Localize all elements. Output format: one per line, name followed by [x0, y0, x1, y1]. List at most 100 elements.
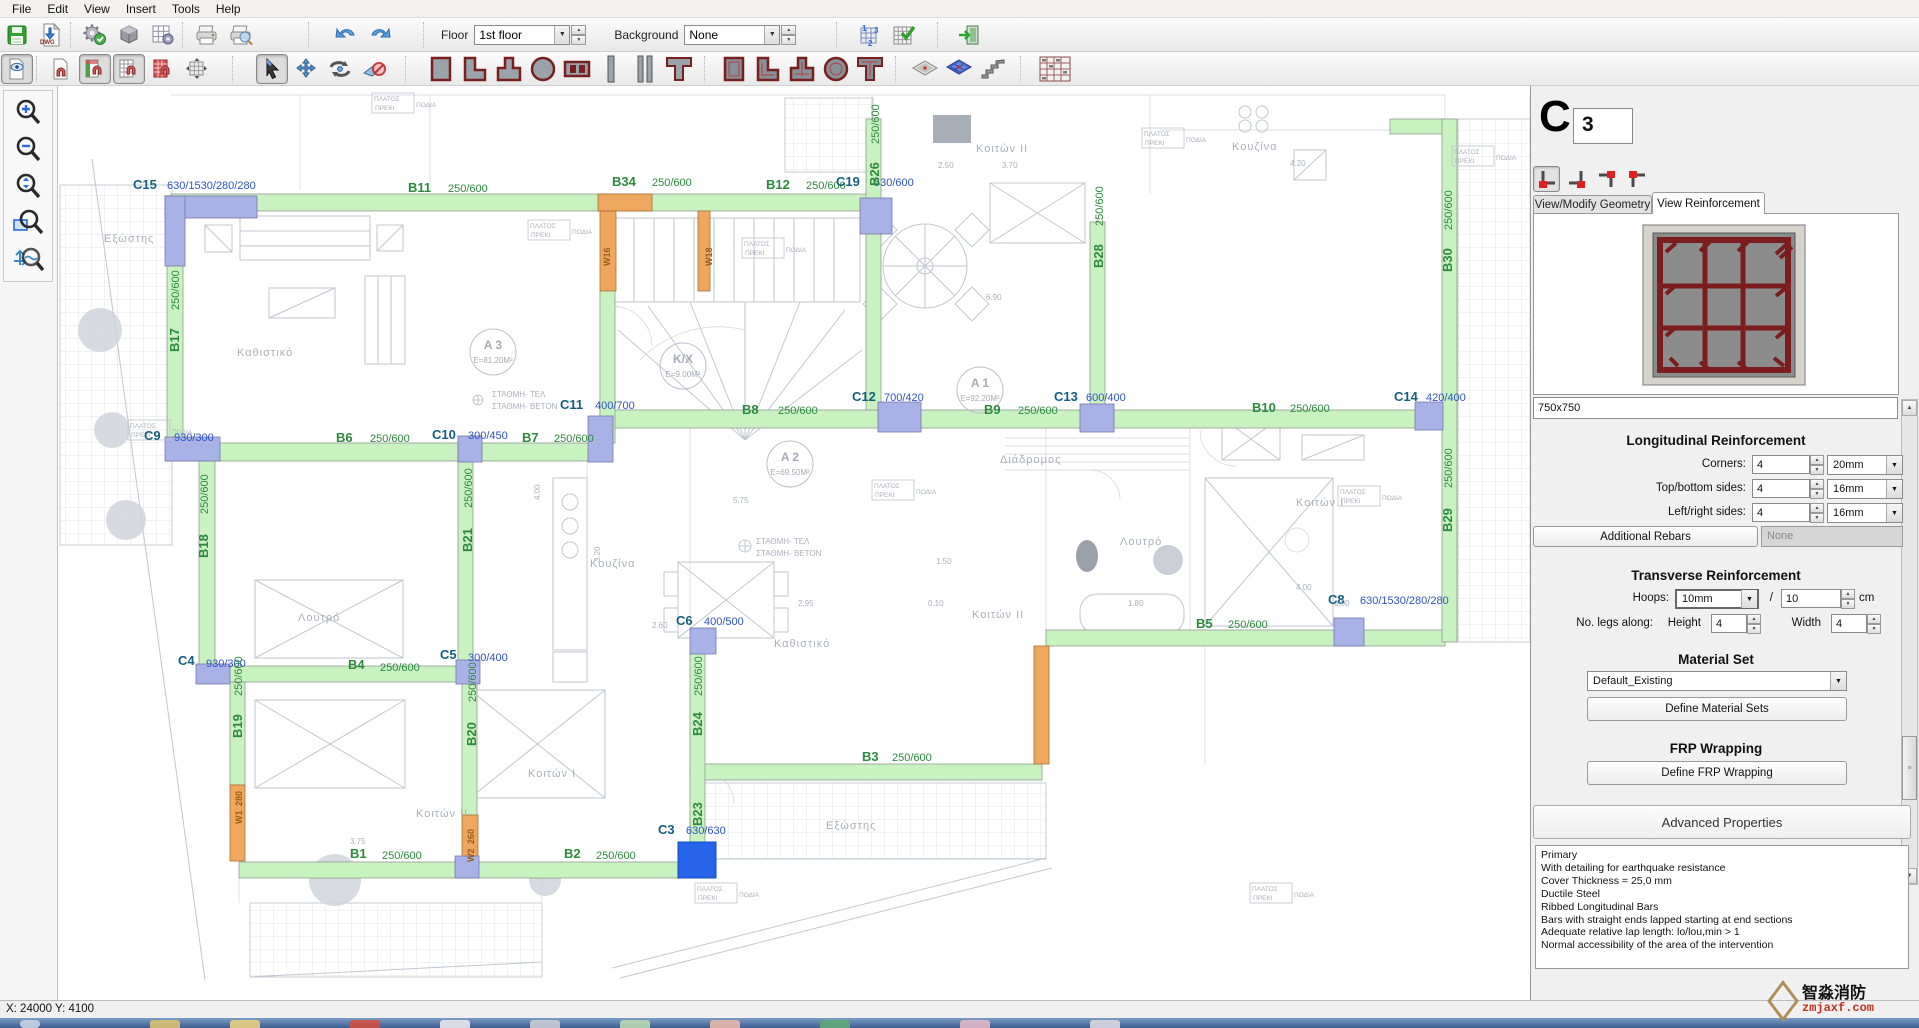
dropdown-arrow-icon[interactable]: ▼: [1886, 504, 1902, 522]
hoops-spacing-input[interactable]: 10: [1781, 589, 1841, 608]
menu-view[interactable]: View: [76, 1, 118, 17]
legs-height-spinner[interactable]: ▲▼: [1747, 614, 1761, 634]
dwg-snap-button[interactable]: [45, 54, 77, 84]
floor-spinner[interactable]: ▲▼: [571, 25, 586, 45]
menu-file[interactable]: File: [4, 1, 39, 17]
legs-height-input[interactable]: 4: [1711, 614, 1747, 633]
tab-view-reinforcement[interactable]: View Reinforcement: [1652, 192, 1765, 214]
background-spinner[interactable]: ▲▼: [781, 25, 796, 45]
legs-width-input[interactable]: 4: [1831, 614, 1867, 633]
windows-taskbar[interactable]: [0, 1018, 1919, 1028]
dropdown-arrow-icon[interactable]: ▼: [1830, 672, 1846, 690]
column-T-button[interactable]: [493, 54, 525, 84]
menu-tools[interactable]: Tools: [164, 1, 208, 17]
start-orb[interactable]: [20, 1020, 40, 1028]
dropdown-arrow-icon[interactable]: ▼: [554, 26, 569, 44]
taskbar-button[interactable]: [440, 1020, 470, 1028]
menu-edit[interactable]: Edit: [39, 1, 76, 17]
topbottom-spinner[interactable]: ▲▼: [1810, 479, 1824, 499]
stairs-button[interactable]: [977, 54, 1009, 84]
insertion-point-tl-button[interactable]: [1623, 166, 1650, 192]
background-select[interactable]: None ▼: [684, 25, 780, 45]
delete-button[interactable]: [358, 54, 390, 84]
taskbar-button[interactable]: [1090, 1020, 1120, 1028]
leftright-count-input[interactable]: 4: [1752, 503, 1810, 522]
zoom-out-button[interactable]: [6, 131, 50, 167]
grid-move-button[interactable]: [181, 54, 213, 84]
advanced-properties-header[interactable]: Advanced Properties: [1533, 805, 1911, 839]
column-T-top-button[interactable]: [663, 54, 695, 84]
select-button[interactable]: [256, 54, 288, 84]
storey-numbering-button[interactable]: 132: [854, 20, 886, 50]
section-size-field[interactable]: 750x750: [1533, 397, 1898, 419]
additional-rebars-button[interactable]: Additional Rebars: [1533, 526, 1758, 547]
zoom-window-button[interactable]: [6, 205, 50, 241]
dropdown-arrow-icon[interactable]: ▼: [1886, 456, 1902, 474]
corners-spinner[interactable]: ▲▼: [1810, 455, 1824, 475]
drawing-canvas[interactable]: ΠΛΑΤΟΣΠΡΕΚΙΠΟΔΙΑΠΛΑΤΟΣΠΡΕΚΙΠΟΔΙΑΠΛΑΤΟΣΠΡ…: [58, 86, 1530, 1000]
taskbar-button[interactable]: [530, 1020, 560, 1028]
tab-view-modify-geometry[interactable]: View/Modify Geometry: [1533, 195, 1652, 214]
wall-double-button[interactable]: [629, 54, 661, 84]
dropdown-arrow-icon[interactable]: ▼: [1741, 590, 1757, 608]
scroll-up-icon[interactable]: ▲: [1902, 400, 1917, 416]
rc-T-button[interactable]: [786, 54, 818, 84]
frame-3d-button[interactable]: [1036, 54, 1076, 84]
dropdown-arrow-icon[interactable]: ▼: [1886, 480, 1902, 498]
check-model-button[interactable]: [888, 20, 920, 50]
column-circle-button[interactable]: [527, 54, 559, 84]
define-frp-wrapping-button[interactable]: Define FRP Wrapping: [1587, 761, 1847, 785]
corners-count-input[interactable]: 4: [1752, 455, 1810, 474]
floor-plan[interactable]: ΠΛΑΤΟΣΠΡΕΚΙΠΟΔΙΑΠΛΑΤΟΣΠΡΕΚΙΠΟΔΙΑΠΛΑΤΟΣΠΡ…: [58, 86, 1530, 1000]
corners-diameter-select[interactable]: 20mm▼: [1827, 455, 1903, 475]
selected-column-C3[interactable]: [678, 842, 716, 878]
taskbar-button[interactable]: [150, 1020, 180, 1028]
insertion-point-bl-button[interactable]: [1533, 166, 1560, 192]
wall-button[interactable]: [595, 54, 627, 84]
hoops-spacing-spinner[interactable]: ▲▼: [1841, 589, 1855, 609]
taskbar-button[interactable]: [230, 1020, 260, 1028]
insertion-point-br-button[interactable]: [1563, 166, 1590, 192]
column-square-button[interactable]: [425, 54, 457, 84]
zoom-dynamic-button[interactable]: [6, 242, 50, 278]
move-button[interactable]: [290, 54, 322, 84]
exit-button[interactable]: [953, 20, 985, 50]
zoom-in-button[interactable]: [6, 94, 50, 130]
taskbar-button[interactable]: [350, 1020, 380, 1028]
insertion-point-tr-button[interactable]: [1593, 166, 1620, 192]
column-rect2-button[interactable]: [561, 54, 593, 84]
grid-red-snap-button[interactable]: [147, 54, 179, 84]
column-L-button[interactable]: [459, 54, 491, 84]
menu-insert[interactable]: Insert: [118, 1, 164, 17]
print-button[interactable]: [191, 20, 223, 50]
grid-settings-button[interactable]: [147, 20, 179, 50]
grid-snap-button[interactable]: [113, 54, 145, 84]
rc-L-button[interactable]: [752, 54, 784, 84]
taskbar-button[interactable]: [820, 1020, 850, 1028]
material-set-select[interactable]: Default_Existing▼: [1587, 671, 1847, 691]
taskbar-button[interactable]: [710, 1020, 740, 1028]
topbottom-count-input[interactable]: 4: [1752, 479, 1810, 498]
rotate-button[interactable]: [324, 54, 356, 84]
rc-square-button[interactable]: [718, 54, 750, 84]
undo-button[interactable]: [330, 20, 362, 50]
floor-select[interactable]: 1st floor ▼: [474, 25, 570, 45]
hoops-diameter-select[interactable]: 10mm▼: [1675, 589, 1759, 609]
taskbar-button[interactable]: [960, 1020, 990, 1028]
zoom-extents-button[interactable]: [6, 168, 50, 204]
view-3d-button[interactable]: [113, 20, 145, 50]
taskbar-button[interactable]: [620, 1020, 650, 1028]
beams-layer[interactable]: [167, 119, 1457, 878]
leftright-diameter-select[interactable]: 16mm▼: [1827, 503, 1903, 523]
rc-circle-button[interactable]: [820, 54, 852, 84]
rc-Twide-button[interactable]: [854, 54, 886, 84]
dwg-view-button[interactable]: [1, 54, 33, 84]
redo-button[interactable]: [364, 20, 396, 50]
grid-snap-color-button[interactable]: [79, 54, 111, 84]
topbottom-diameter-select[interactable]: 16mm▼: [1827, 479, 1903, 499]
menu-help[interactable]: Help: [208, 1, 249, 17]
define-material-sets-button[interactable]: Define Material Sets: [1587, 697, 1847, 721]
import-dwg-button[interactable]: DWG: [35, 20, 67, 50]
settings-check-button[interactable]: [79, 20, 111, 50]
slab-button[interactable]: [909, 54, 941, 84]
